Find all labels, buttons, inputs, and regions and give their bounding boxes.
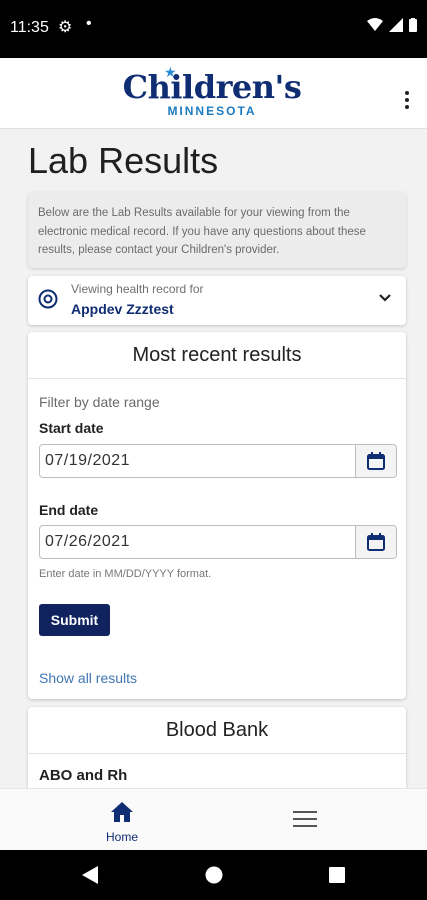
more-options-icon[interactable] bbox=[405, 88, 411, 112]
chevron-down-icon bbox=[379, 294, 391, 302]
person-at-icon bbox=[38, 289, 58, 309]
nav-home[interactable]: Home bbox=[94, 801, 150, 844]
start-date-label: Start date bbox=[39, 420, 104, 436]
back-icon[interactable] bbox=[82, 866, 98, 884]
show-all-results-link[interactable]: Show all results bbox=[39, 670, 137, 686]
home-circle-icon[interactable] bbox=[205, 866, 223, 884]
recents-icon[interactable] bbox=[329, 867, 345, 883]
filter-label: Filter by date range bbox=[39, 394, 160, 410]
start-date-calendar-button[interactable] bbox=[355, 445, 396, 477]
date-format-hint: Enter date in MM/DD/YYYY format. bbox=[39, 568, 212, 580]
end-date-field[interactable]: 07/26/2021 bbox=[39, 525, 397, 559]
home-icon bbox=[111, 802, 133, 822]
abo-rh-item[interactable]: ABO and Rh bbox=[39, 767, 127, 784]
battery-icon bbox=[409, 18, 417, 32]
signal-icon bbox=[389, 18, 403, 32]
submit-button[interactable]: Submit bbox=[39, 604, 110, 636]
logo-subtitle: MINNESOTA bbox=[167, 104, 257, 118]
recent-results-heading: Most recent results bbox=[28, 332, 406, 379]
logo-name: Children's bbox=[122, 68, 302, 106]
recent-results-card: Most recent results Filter by date range… bbox=[28, 332, 406, 699]
page-title: Lab Results bbox=[28, 140, 219, 181]
wifi-icon bbox=[367, 18, 383, 31]
settings-icon: ⚙ bbox=[58, 19, 73, 36]
calendar-icon bbox=[367, 533, 385, 551]
start-date-value[interactable]: 07/19/2021 bbox=[45, 452, 130, 470]
end-date-label: End date bbox=[39, 502, 99, 518]
start-date-field[interactable]: 07/19/2021 bbox=[39, 444, 397, 478]
hamburger-menu-icon[interactable] bbox=[293, 811, 317, 832]
system-navigation-bar bbox=[0, 850, 427, 900]
record-name: Appdev Zzztest bbox=[71, 301, 174, 317]
record-label: Viewing health record for bbox=[71, 282, 204, 296]
bottom-navigation: Home bbox=[0, 788, 427, 851]
health-record-selector[interactable]: Viewing health record for Appdev Zzztest bbox=[28, 276, 406, 325]
status-icons bbox=[367, 18, 417, 32]
intro-text: Below are the Lab Results available for … bbox=[38, 207, 366, 256]
logo-star-icon: ★ bbox=[164, 64, 177, 80]
end-date-value[interactable]: 07/26/2021 bbox=[45, 533, 130, 551]
blood-bank-heading: Blood Bank bbox=[28, 707, 406, 754]
calendar-icon bbox=[367, 452, 385, 470]
nav-home-label: Home bbox=[105, 830, 138, 844]
app-bar: ★ Children's MINNESOTA bbox=[0, 58, 427, 129]
childrens-minnesota-logo[interactable]: ★ Children's MINNESOTA bbox=[112, 64, 312, 118]
intro-notice: Below are the Lab Results available for … bbox=[28, 192, 406, 268]
status-bar: 11:35 ⚙ • bbox=[0, 0, 427, 58]
status-time: 11:35 bbox=[10, 19, 49, 36]
notification-dot: • bbox=[86, 15, 92, 32]
end-date-calendar-button[interactable] bbox=[355, 526, 396, 558]
